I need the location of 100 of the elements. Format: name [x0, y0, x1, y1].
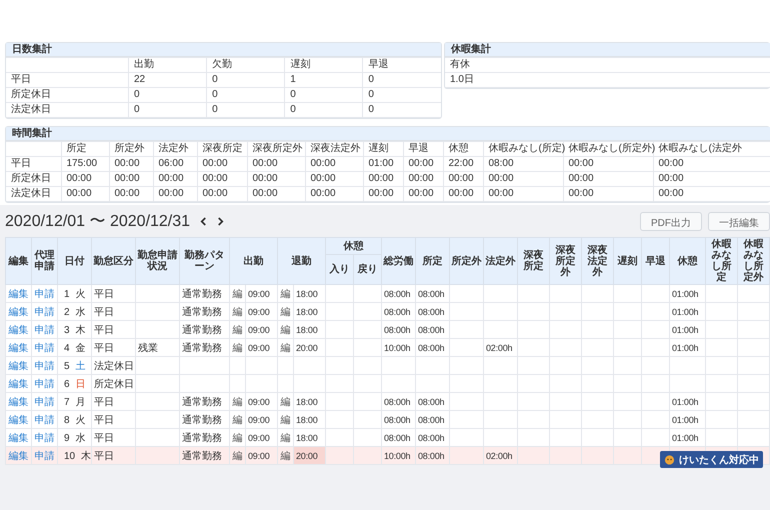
column-header: 日付 — [58, 238, 92, 284]
table-cell: 通常勤務 — [180, 302, 230, 320]
column-header: 休憩 — [443, 142, 483, 156]
table-cell: 08:00 — [483, 156, 563, 172]
column-header: 休憩 — [326, 238, 382, 254]
table-cell: 法定休日 — [92, 356, 136, 374]
table-cell: 平日 — [92, 392, 136, 410]
column-header: 退勤 — [278, 238, 326, 284]
table-cell: 01:00h — [670, 320, 706, 338]
table-cell: 18:00 — [294, 320, 326, 338]
toolbar-button[interactable]: PDF出力 — [640, 212, 702, 230]
edit-mark: 編 — [278, 284, 294, 302]
table-cell: 00:00 — [247, 156, 305, 172]
table-cell: 00:00 — [483, 186, 563, 202]
table-cell: 10:00h — [382, 446, 416, 464]
table-cell: 09:00 — [246, 320, 278, 338]
table-cell: 00:00 — [305, 172, 363, 186]
table-cell: 00:00 — [153, 172, 197, 186]
column-header: 編集 — [6, 238, 32, 284]
table-cell: 00:00 — [483, 172, 563, 186]
column-header: 遅刻 — [363, 142, 403, 156]
column-header: 休暇みなし(所定外) — [563, 142, 653, 156]
column-header: 所定 — [61, 142, 109, 156]
period-label: 2020/12/01 〜 2020/12/31 — [5, 212, 190, 232]
edit-mark: 編 — [278, 302, 294, 320]
column-header: 深夜法定外 — [582, 238, 614, 284]
edit-mark: 編 — [278, 338, 294, 356]
column-header: 勤務パターン — [180, 238, 230, 284]
table-cell: 0 — [362, 88, 441, 102]
table-cell: 00:00 — [653, 172, 770, 186]
table-cell: 1 — [284, 72, 363, 88]
column-header: 深夜所定外 — [247, 142, 305, 156]
table-cell: 00:00 — [197, 156, 247, 172]
table-cell: 08:00h — [382, 302, 416, 320]
table-cell: 22:00 — [443, 156, 483, 172]
row-header: 平日 — [6, 156, 61, 172]
table-cell: 0 — [284, 88, 363, 102]
edit-mark: 編 — [230, 338, 246, 356]
weekday: 土 — [76, 360, 86, 372]
table-cell: 18:00 — [294, 392, 326, 410]
column-header: 所定外 — [109, 142, 153, 156]
edit-mark: 編 — [230, 302, 246, 320]
column-header: 深夜法定外 — [305, 142, 363, 156]
table-cell: 00:00 — [109, 156, 153, 172]
column-header: 勤怠申請状況 — [136, 238, 180, 284]
table-cell: 0 — [128, 88, 207, 102]
table-cell: 平日 — [92, 320, 136, 338]
table-cell: 平日 — [92, 410, 136, 428]
column-header: 休暇みなし(所定) — [483, 142, 563, 156]
table-cell: 09:00 — [246, 284, 278, 302]
table-cell: 08:00h — [416, 392, 450, 410]
table-cell: 00:00 — [563, 172, 653, 186]
column-header: 休憩 — [670, 238, 706, 284]
table-cell: 20:00 — [294, 446, 326, 464]
edit-mark: 編 — [230, 392, 246, 410]
table-cell: 02:00h — [484, 338, 518, 356]
day-number: 2 — [64, 306, 70, 318]
table-cell: 00:00 — [197, 186, 247, 202]
edit-mark: 編 — [278, 410, 294, 428]
day-number: 10 — [64, 450, 76, 462]
weekday: 水 — [76, 432, 86, 444]
chevron-right-icon[interactable] — [217, 216, 224, 226]
chevron-left-icon[interactable] — [200, 216, 208, 226]
column-header: 欠勤 — [206, 58, 285, 72]
row-header: 法定休日 — [6, 102, 128, 118]
card-title: 時間集計 — [12, 128, 52, 139]
table-cell: 0 — [284, 102, 363, 118]
column-header: 戻り — [354, 254, 382, 284]
column-header: 入り — [326, 254, 354, 284]
table-cell: 08:00h — [382, 410, 416, 428]
column-header: 休暇みなし所定外 — [738, 238, 770, 284]
day-number: 7 — [64, 396, 70, 408]
table-cell: 08:00h — [416, 284, 450, 302]
table-cell: 10:00h — [382, 338, 416, 356]
table-cell: 00:00 — [443, 186, 483, 202]
day-number: 1 — [64, 288, 70, 300]
table-cell: 平日 — [92, 338, 136, 356]
support-badge[interactable]: けいたくん対応中 — [660, 451, 763, 468]
table-cell: 08:00h — [382, 392, 416, 410]
weekday: 木 — [81, 450, 92, 462]
column-header: 所定外 — [450, 238, 484, 284]
day-number: 8 — [64, 414, 70, 426]
column-header: 早退 — [362, 58, 441, 72]
table-cell: 0 — [206, 72, 285, 88]
table-cell: 00:00 — [403, 186, 443, 202]
table-cell: 00:00 — [403, 172, 443, 186]
table-cell: 08:00h — [382, 284, 416, 302]
column-header: 有休 — [445, 58, 770, 72]
table-cell: 18:00 — [294, 302, 326, 320]
table-cell: 00:00 — [305, 186, 363, 202]
day-number: 3 — [64, 324, 70, 336]
column-header: 所定 — [416, 238, 450, 284]
table-cell: 09:00 — [246, 392, 278, 410]
table-cell: 09:00 — [246, 410, 278, 428]
table-cell: 01:00h — [670, 302, 706, 320]
toolbar-button[interactable]: 一括編集 — [708, 212, 770, 230]
column-header: 深夜所定 — [197, 142, 247, 156]
table-cell: 08:00h — [382, 320, 416, 338]
day-number: 5 — [64, 360, 70, 372]
card-title: 休暇集計 — [451, 44, 491, 55]
